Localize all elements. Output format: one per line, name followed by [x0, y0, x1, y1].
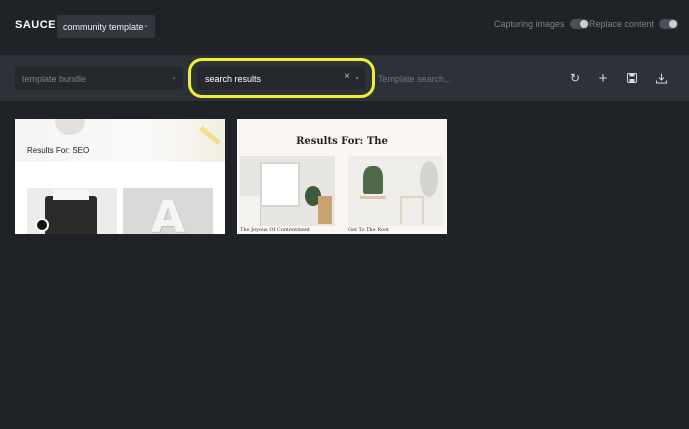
template-type-select[interactable]: community template ⌄ [57, 15, 155, 38]
add-button[interactable]: + [594, 69, 612, 87]
card-header-image [15, 119, 225, 162]
chair-image [400, 196, 424, 224]
table-image [360, 196, 386, 225]
template-title: Results For: The [296, 136, 388, 147]
letter-a-image: A [151, 192, 186, 235]
stool-image [318, 196, 332, 224]
window-image [260, 162, 300, 207]
chevron-down-icon: ⌄ [171, 74, 177, 81]
hand-image [55, 119, 85, 135]
capturing-images-toggle-group: Capturing images [494, 19, 589, 29]
caption-text: The Joyous Of Contentment [240, 227, 311, 233]
letter-photo: A [123, 188, 213, 234]
capturing-images-label: Capturing images [494, 19, 565, 29]
kitchen-photo [240, 156, 335, 226]
typewriter-photo [27, 188, 117, 234]
typewriter-image [45, 190, 97, 234]
template-card[interactable]: Results For: The The Joyous Of Contentme… [237, 119, 447, 234]
template-bundle-placeholder: template bundle [22, 73, 87, 84]
save-icon [627, 73, 637, 83]
plus-icon: + [598, 69, 608, 87]
replace-content-toggle-group: Replace content [589, 19, 679, 29]
template-title: Results For: SEO [27, 146, 90, 155]
refresh-button[interactable]: ↻ [566, 69, 584, 87]
filter-toolbar: template bundle ⌄ search results × ⌄ ↻ + [0, 55, 689, 101]
knob-image [35, 218, 49, 232]
interior-photo [348, 156, 443, 226]
download-button[interactable] [652, 69, 670, 87]
brand-logo: SAUCE [15, 19, 57, 31]
pencil-image [199, 125, 221, 146]
chevron-down-icon: ⌄ [143, 22, 149, 29]
template-type-value: community template [63, 21, 144, 32]
replace-content-label: Replace content [589, 19, 655, 29]
top-bar: SAUCE community template ⌄ Capturing ima… [0, 0, 689, 54]
refresh-icon: ↻ [569, 71, 581, 85]
template-card[interactable]: Results For: SEO A [15, 119, 225, 234]
capturing-images-toggle[interactable] [569, 19, 589, 29]
shelf-image [240, 196, 261, 226]
tree-image [420, 161, 438, 197]
caption-text: Get To The Root [348, 227, 389, 233]
template-bundle-select[interactable]: template bundle ⌄ [15, 67, 183, 90]
save-button[interactable] [623, 69, 641, 87]
replace-content-toggle[interactable] [659, 19, 679, 29]
plant-image [363, 166, 383, 194]
highlight-annotation [188, 58, 375, 98]
download-icon [655, 73, 667, 83]
template-search-input[interactable] [372, 67, 522, 90]
